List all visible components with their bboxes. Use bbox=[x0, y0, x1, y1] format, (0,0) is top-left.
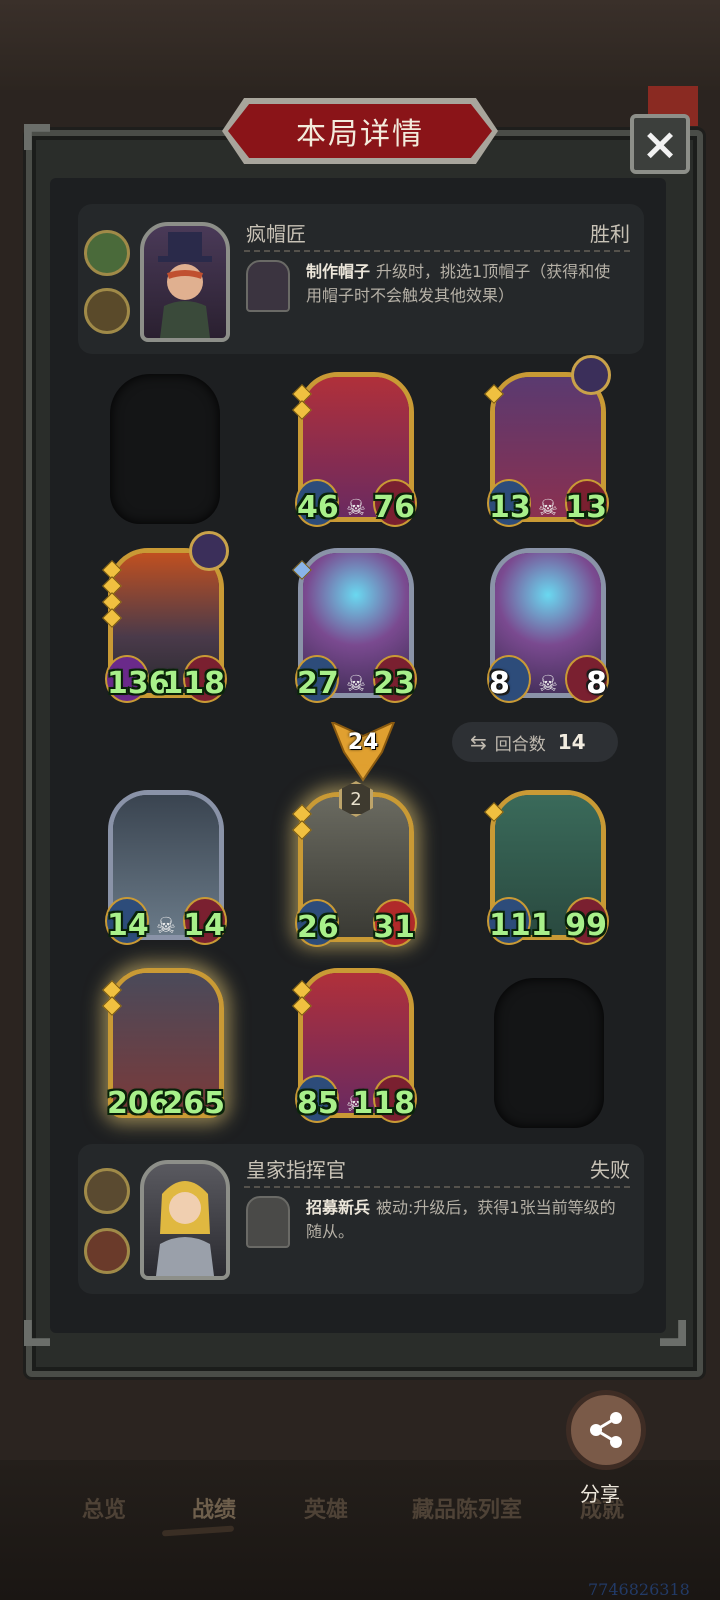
star-rating bbox=[102, 980, 122, 1016]
minion-card[interactable]: ☠ 46 76 bbox=[292, 372, 417, 527]
damage-value: 24 bbox=[347, 730, 379, 755]
bottom-player-skill: 招募新兵 被动:升级后，获得1张当前等级的随从。 bbox=[306, 1196, 626, 1244]
health-value: 23 bbox=[373, 666, 415, 701]
health-value: 8 bbox=[586, 666, 607, 701]
skill-name: 招募新兵 bbox=[306, 1198, 371, 1217]
minion-card[interactable]: 111 99 bbox=[484, 790, 609, 945]
star-rating bbox=[102, 560, 122, 628]
round-label: 回合数 bbox=[494, 734, 546, 755]
page-title: 本局详情 bbox=[296, 117, 424, 152]
skill-icon[interactable] bbox=[246, 260, 290, 312]
close-button[interactable]: × bbox=[630, 114, 690, 174]
star-rating bbox=[292, 560, 312, 580]
minion-card[interactable]: ☠ 136 118 bbox=[102, 531, 229, 703]
health-value: 13 bbox=[565, 490, 607, 525]
hero-portrait[interactable] bbox=[140, 222, 230, 342]
health-value: 118 bbox=[352, 1086, 415, 1121]
top-player-skill: 制作帽子 升级时，挑选1顶帽子（获得和使用帽子时不会触发其他效果） bbox=[306, 260, 626, 308]
top-player-result: 胜利 bbox=[590, 222, 630, 246]
round-counter: ⇆ 回合数 14 bbox=[452, 722, 618, 762]
hero-portrait[interactable] bbox=[140, 1160, 230, 1280]
skull-icon: ☠ bbox=[538, 672, 558, 697]
share-button[interactable] bbox=[566, 1390, 646, 1470]
empty-slot bbox=[494, 978, 604, 1128]
tab-heroes[interactable]: 英雄 bbox=[304, 1492, 348, 1524]
attack-value: 26 bbox=[297, 910, 339, 945]
star-rating bbox=[292, 804, 312, 840]
minion-card[interactable]: ☠ 27 23 bbox=[292, 548, 417, 703]
attack-value: 206 bbox=[107, 1086, 170, 1121]
skull-icon: ☠ bbox=[156, 914, 176, 939]
health-value: 76 bbox=[373, 490, 415, 525]
divider bbox=[244, 1186, 630, 1188]
health-value: 14 bbox=[183, 908, 225, 943]
attack-value: 27 bbox=[297, 666, 339, 701]
attack-value: 136 bbox=[107, 666, 170, 701]
tab-collection[interactable]: 藏品陈列室 bbox=[412, 1492, 522, 1524]
top-player-panel: 疯帽匠 胜利 制作帽子 升级时，挑选1顶帽子（获得和使用帽子时不会触发其他效果） bbox=[78, 204, 644, 354]
star-rating bbox=[484, 384, 504, 404]
book-icon bbox=[84, 1228, 130, 1274]
minion-card-golden[interactable]: 2 26 31 bbox=[292, 781, 417, 947]
skill-name: 制作帽子 bbox=[306, 262, 371, 281]
royal-commander-portrait-icon bbox=[156, 1181, 214, 1276]
hat-icon bbox=[571, 355, 611, 395]
star-rating bbox=[484, 802, 504, 822]
watermark: 7746826318 bbox=[588, 1580, 690, 1599]
divider bbox=[244, 250, 630, 252]
minion-card[interactable]: ☠ 13 13 bbox=[484, 355, 611, 527]
health-value: 31 bbox=[373, 910, 415, 945]
bottom-player-name: 皇家指挥官 bbox=[246, 1158, 346, 1182]
cat-icon bbox=[84, 1168, 130, 1214]
creature-icon bbox=[84, 288, 130, 334]
tab-records[interactable]: 战绩 bbox=[192, 1492, 236, 1524]
skull-icon: ☠ bbox=[346, 672, 366, 697]
minion-card[interactable]: ☠ 14 14 bbox=[105, 790, 227, 945]
mad-hatter-portrait-icon bbox=[158, 232, 212, 338]
share-label: 分享 bbox=[580, 1482, 620, 1506]
minion-card[interactable]: ☠ 85 118 bbox=[292, 968, 417, 1123]
attack-value: 85 bbox=[297, 1086, 339, 1121]
top-player-name: 疯帽匠 bbox=[246, 222, 306, 246]
bottom-player-panel: 皇家指挥官 失败 招募新兵 被动:升级后，获得1张当前等级的随从。 bbox=[78, 1144, 644, 1294]
round-value: 14 bbox=[557, 730, 586, 754]
attack-value: 8 bbox=[489, 666, 510, 701]
bottom-player-result: 失败 bbox=[590, 1158, 630, 1182]
hat-icon bbox=[189, 531, 229, 571]
empty-slot bbox=[110, 374, 220, 524]
star-rating bbox=[292, 384, 312, 420]
minion-card[interactable]: ☠ 8 8 bbox=[487, 548, 609, 703]
skull-icon: ☠ bbox=[538, 496, 558, 521]
background-top bbox=[0, 0, 720, 90]
attack-value: 13 bbox=[489, 490, 531, 525]
gift-icon bbox=[84, 230, 130, 276]
share-icon bbox=[590, 1412, 622, 1448]
minion-card-golden[interactable]: 206 265 bbox=[102, 968, 225, 1121]
health-value: 99 bbox=[565, 908, 607, 943]
health-value: 118 bbox=[162, 666, 225, 701]
close-icon: × bbox=[641, 118, 679, 170]
title-banner: 本局详情 bbox=[228, 104, 492, 158]
repeat-icon: ⇆ bbox=[470, 730, 487, 754]
skull-icon: ☠ bbox=[346, 496, 366, 521]
attack-value: 14 bbox=[107, 908, 149, 943]
attack-value: 46 bbox=[297, 490, 339, 525]
star-rating bbox=[292, 980, 312, 1016]
health-value: 265 bbox=[162, 1086, 225, 1121]
attack-value: 111 bbox=[489, 908, 552, 943]
skill-icon[interactable] bbox=[246, 1196, 290, 1248]
tab-overview[interactable]: 总览 bbox=[82, 1492, 126, 1524]
